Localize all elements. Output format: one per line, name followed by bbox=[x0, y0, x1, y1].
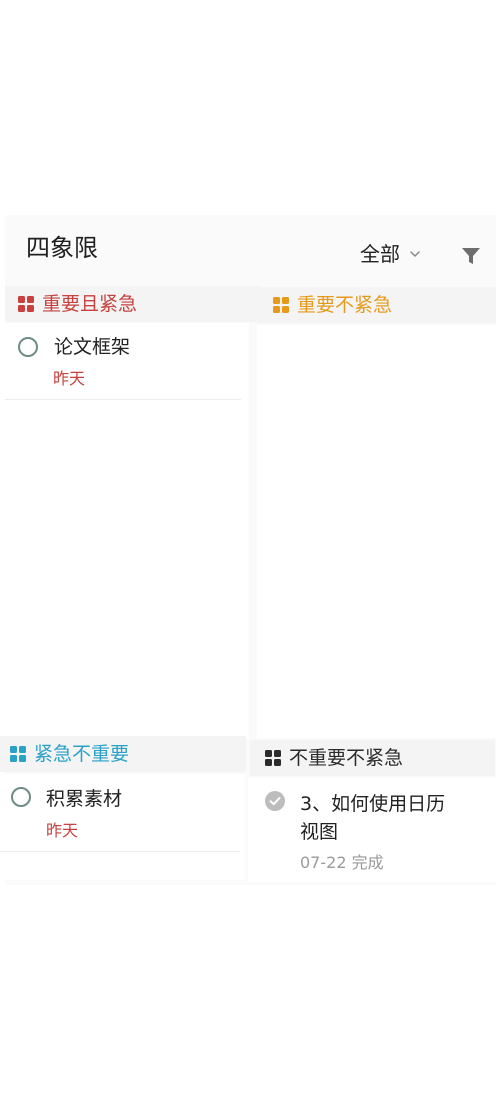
task-checkbox-icon[interactable] bbox=[17, 336, 39, 358]
quadrant-body-urgent-important: 论文框架 昨天 bbox=[5, 323, 249, 738]
task-title: 积累素材 bbox=[46, 788, 123, 810]
quadrant-header-urgent-important[interactable]: 重要且紧急 bbox=[5, 286, 261, 322]
task-completed-date: 07-22 完成 bbox=[300, 853, 384, 872]
quadrant-body-important-not-urgent bbox=[257, 325, 496, 738]
quadrant-title: 紧急不重要 bbox=[34, 743, 130, 765]
task-checkbox-icon[interactable] bbox=[10, 786, 32, 808]
quadrant-header-not-important-not-urgent[interactable]: 不重要不紧急 bbox=[250, 740, 495, 776]
task-due-date: 昨天 bbox=[46, 821, 79, 840]
filter-icon[interactable] bbox=[460, 245, 482, 267]
task-title-line1: 3、如何使用日历 bbox=[300, 793, 446, 815]
quadrant-title: 不重要不紧急 bbox=[289, 747, 404, 769]
quadrant-grid-icon bbox=[10, 746, 26, 762]
task-due-date: 昨天 bbox=[53, 369, 86, 388]
quadrant-grid-icon bbox=[273, 297, 289, 313]
quadrant-header-important-not-urgent[interactable]: 重要不紧急 bbox=[257, 287, 496, 323]
task-title-line2: 视图 bbox=[300, 821, 339, 843]
quadrant-body-not-important-not-urgent: 3、如何使用日历 视图 07-22 完成 bbox=[248, 778, 496, 882]
quadrant-grid-icon bbox=[265, 750, 281, 766]
quadrant-body-urgent-not-important: 积累素材 昨天 bbox=[0, 774, 245, 880]
chevron-down-icon bbox=[410, 251, 420, 257]
filter-dropdown[interactable]: 全部 bbox=[360, 241, 422, 267]
task-title: 论文框架 bbox=[54, 336, 131, 358]
quadrant-title: 重要且紧急 bbox=[42, 293, 138, 315]
quadrant-title: 重要不紧急 bbox=[297, 294, 393, 316]
completed-check-icon[interactable] bbox=[264, 790, 286, 812]
divider bbox=[5, 399, 241, 400]
task-item-completed[interactable]: 3、如何使用日历 视图 07-22 完成 bbox=[248, 778, 496, 882]
filter-dropdown-label: 全部 bbox=[360, 242, 400, 266]
page-title: 四象限 bbox=[26, 234, 98, 262]
quadrant-header-urgent-not-important[interactable]: 紧急不重要 bbox=[0, 736, 246, 772]
task-item[interactable]: 论文框架 昨天 bbox=[5, 323, 249, 399]
divider bbox=[0, 851, 240, 852]
page: 四象限 全部 重要且紧急 论文框架 昨天 重要不紧急 紧急不重要 积累素材 昨天… bbox=[0, 0, 496, 1093]
task-item[interactable]: 积累素材 昨天 bbox=[0, 774, 245, 850]
quadrant-grid-icon bbox=[18, 296, 34, 312]
